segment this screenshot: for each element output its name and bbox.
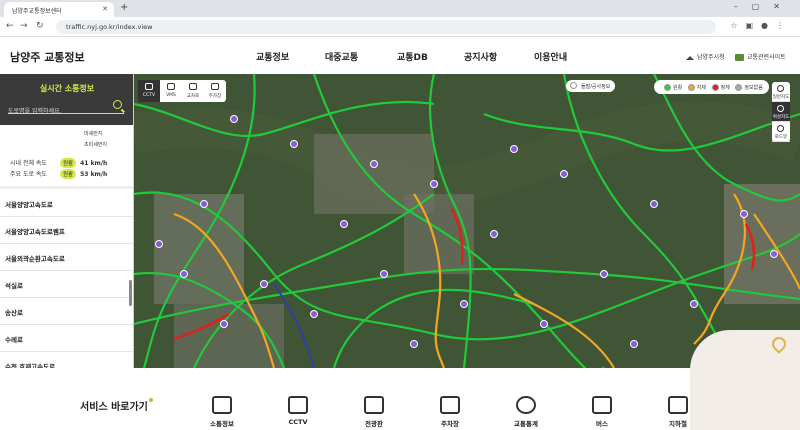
road-search-input[interactable] <box>8 104 108 119</box>
sign-icon <box>167 83 175 90</box>
list-item[interactable]: 순천 호재고속도로 <box>0 352 133 368</box>
traffic-map[interactable]: CCTV VMS 교차로 주차장 돌발/공사정보 원활 지체 정체 정보없음 일… <box>134 74 800 368</box>
nav-public-transport[interactable]: 대중교통 <box>325 50 358 63</box>
home-icon <box>686 55 694 60</box>
normal-map-button[interactable]: 일반지도 <box>772 82 790 102</box>
shortcut-statistics[interactable]: 교통통계 <box>501 396 551 428</box>
list-item[interactable]: 서울외곽순환고속도로 <box>0 244 133 271</box>
close-icon[interactable]: ✕ <box>102 5 108 13</box>
related-sites-link[interactable]: 교통관련사이트 <box>735 52 786 61</box>
service-shortcuts: 서비스 바로가기 소통정보 CCTV 전광판 주차장 교통통계 버스 지하철 <box>0 368 800 430</box>
nav-notice[interactable]: 공지사항 <box>464 50 497 63</box>
list-item[interactable]: 석실로 <box>0 271 133 298</box>
fine-dust-label: 미세먼지 <box>84 131 103 137</box>
no-info-dot-icon <box>735 84 743 91</box>
site-logo[interactable]: 남양주 교통정보 <box>10 49 85 65</box>
nav-traffic-info[interactable]: 교통정보 <box>256 50 289 63</box>
satellite-map-button[interactable]: 위성지도 <box>772 102 790 122</box>
status-badge: 원활 <box>60 158 77 168</box>
nav-traffic-db[interactable]: 교통DB <box>397 50 428 63</box>
intersection-layer-button[interactable]: 교차로 <box>182 80 204 102</box>
shortcuts-title: 서비스 바로가기 <box>80 398 153 413</box>
shortcut-parking[interactable]: 주차장 <box>425 396 475 428</box>
reload-icon[interactable]: ↻ <box>36 21 44 31</box>
cctv-layer-button[interactable]: CCTV <box>138 80 160 102</box>
parking-layer-button[interactable]: 주차장 <box>204 80 226 102</box>
city-hall-link[interactable]: 남양주시청 <box>686 52 725 61</box>
realtime-sidebar: 실시간 소통정보 미세먼지 초미세먼지 시내 전체 속도원활41 km/h 주요… <box>0 74 134 368</box>
back-icon[interactable]: ← <box>6 21 14 31</box>
camera-icon <box>145 83 153 90</box>
site-icon <box>735 54 744 61</box>
vms-board-icon <box>364 396 384 414</box>
radio-icon <box>570 82 577 89</box>
smooth-dot-icon <box>664 84 671 91</box>
bus-icon <box>592 396 612 414</box>
vms-layer-button[interactable]: VMS <box>160 80 182 102</box>
main-road-speed-row: 주요 도로 속도 원활 53 km/h <box>10 169 108 179</box>
list-item[interactable]: 수레로 <box>0 325 133 352</box>
shortcut-cctv[interactable]: CCTV <box>273 396 323 426</box>
shortcut-bus[interactable]: 버스 <box>577 396 627 428</box>
intersection-icon <box>189 83 197 90</box>
city-speed-row: 시내 전체 속도 원활 41 km/h <box>10 158 108 168</box>
gauge-icon <box>516 396 536 414</box>
roadview-icon <box>777 125 784 132</box>
congestion-dot-icon <box>711 84 719 91</box>
divider <box>0 186 133 189</box>
ultra-fine-dust-label: 초미세먼지 <box>84 142 108 148</box>
tab-title: 남양주교통정보센터 <box>12 8 62 15</box>
address-bar[interactable]: traffic.nyj.go.kr/index.view <box>56 20 716 34</box>
sidebar-scrollbar[interactable] <box>129 280 132 306</box>
sidebar-header: 실시간 소통정보 <box>0 74 133 125</box>
new-tab-icon[interactable]: + <box>120 2 128 13</box>
search-icon[interactable] <box>113 100 122 109</box>
map-canvas <box>134 74 800 368</box>
roadview-button[interactable]: 로드뷰 <box>772 122 790 142</box>
delay-dot-icon <box>687 84 695 91</box>
accent-dot-icon <box>148 398 153 402</box>
list-item[interactable]: 서울양양고속도로 <box>0 190 133 217</box>
sidebar-title: 실시간 소통정보 <box>39 84 95 93</box>
forward-icon[interactable]: → <box>20 21 28 31</box>
parking-icon <box>211 83 219 90</box>
road-search <box>8 98 124 119</box>
map-layer-tools: CCTV VMS 교차로 주차장 <box>138 80 226 102</box>
site-header: 남양주 교통정보 교통정보 대중교통 교통DB 공지사항 이용안내 남양주시청 … <box>0 38 800 74</box>
parking-icon <box>440 396 460 414</box>
list-item[interactable]: 송산로 <box>0 298 133 325</box>
browser-actions[interactable]: ☆▣●⋮ <box>730 21 792 30</box>
browser-toolbar: ← → ↻ traffic.nyj.go.kr/index.view ☆▣●⋮ <box>0 17 800 37</box>
incident-toggle-button[interactable]: 돌발/공사정보 <box>566 80 616 92</box>
browser-tab-strip: 남양주교통정보센터 ✕ + –▢✕ <box>0 0 800 17</box>
satellite-icon <box>777 105 784 112</box>
list-item[interactable]: 서울양양고속도로램프 <box>0 217 133 244</box>
map-type-switcher: 일반지도 위성지도 로드뷰 <box>772 82 790 142</box>
map-pin-icon <box>777 85 784 92</box>
traffic-status-legend: 원활 지체 정체 정보없음 <box>654 80 769 94</box>
nav-guide[interactable]: 이용안내 <box>534 50 567 63</box>
camera-icon <box>288 396 308 414</box>
window-controls[interactable]: –▢✕ <box>734 2 794 11</box>
traffic-light-icon <box>212 396 232 414</box>
subway-icon <box>668 396 688 414</box>
shortcut-vms[interactable]: 전광판 <box>349 396 399 428</box>
status-badge: 원활 <box>60 169 77 179</box>
url-text: traffic.nyj.go.kr/index.view <box>66 23 153 31</box>
browser-tab[interactable]: 남양주교통정보센터 ✕ <box>4 2 114 17</box>
shortcut-traffic[interactable]: 소통정보 <box>197 396 247 428</box>
